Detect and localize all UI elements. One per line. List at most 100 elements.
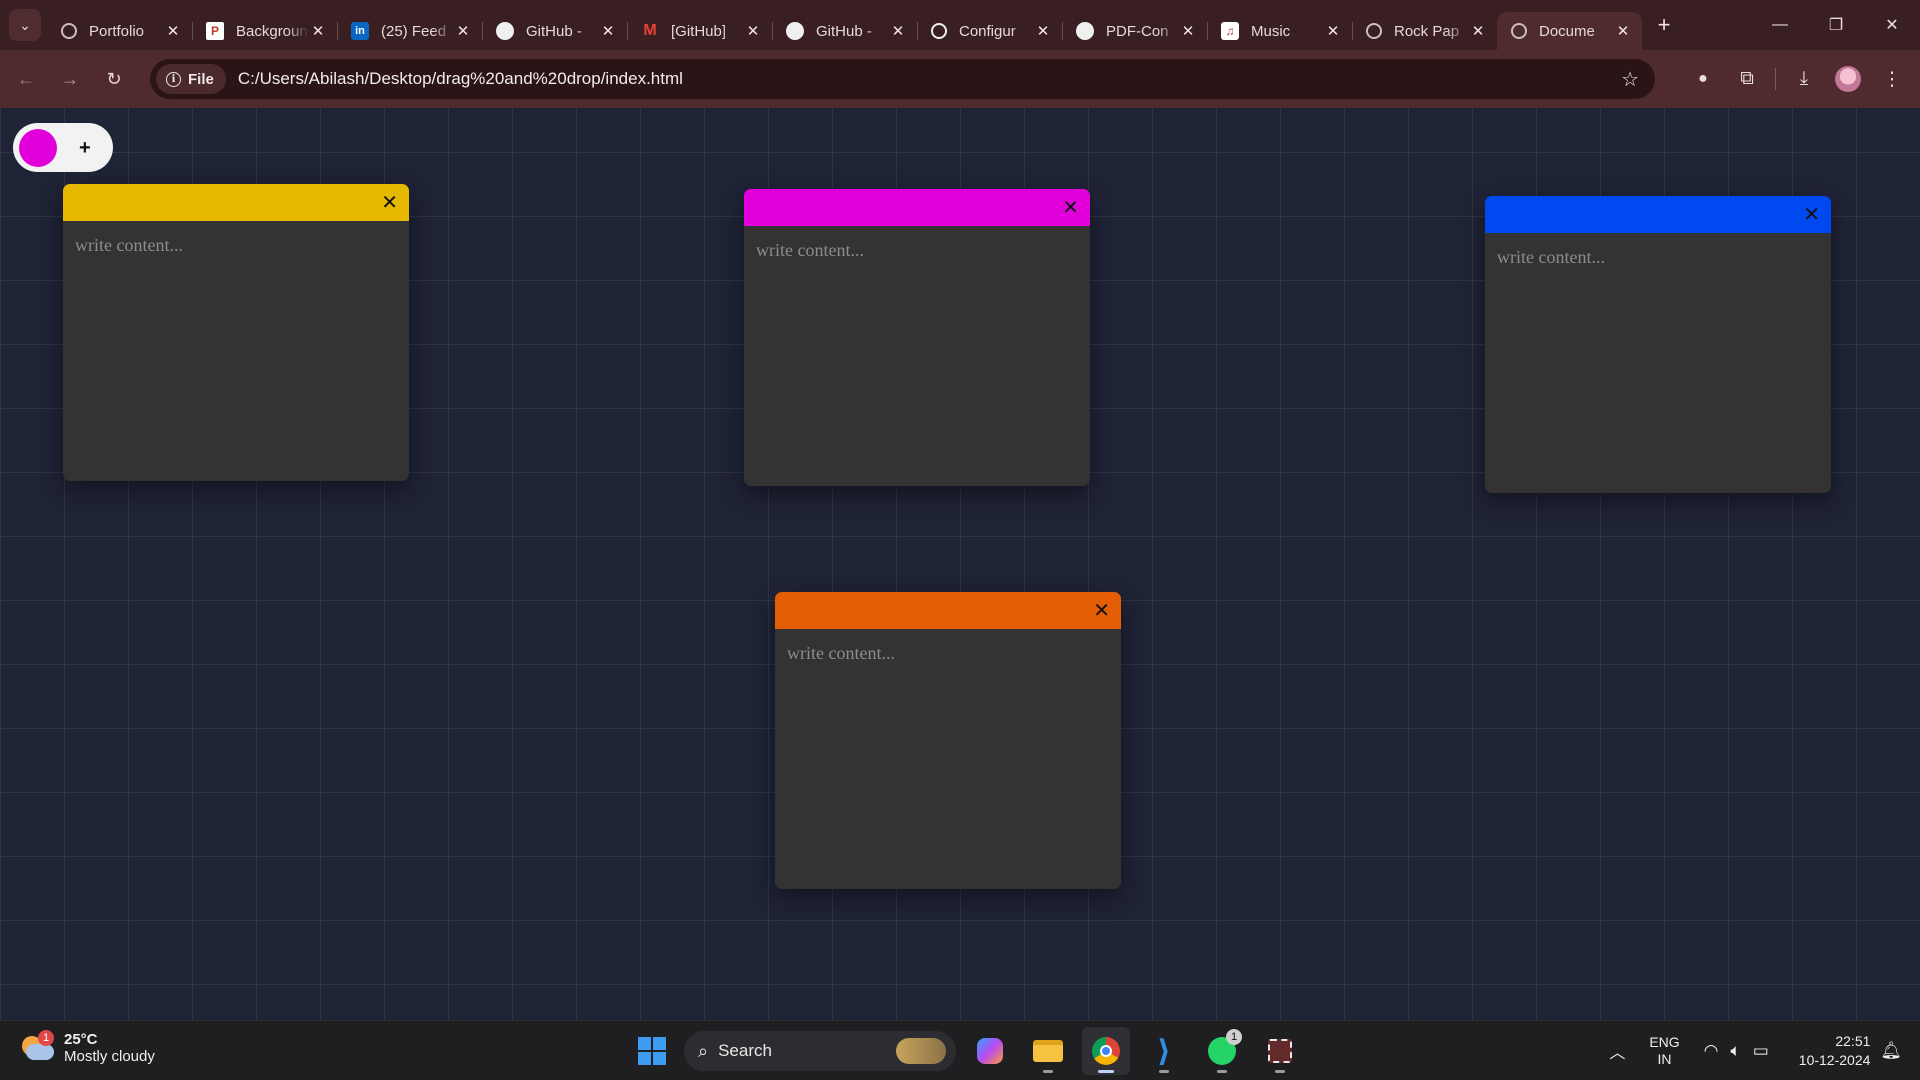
tab-github-1[interactable]: GitHub - ✕ xyxy=(482,12,627,50)
whatsapp-icon[interactable]: 1 xyxy=(1198,1027,1246,1075)
notification-bell-icon[interactable]: 🔔︎ xyxy=(1880,1041,1902,1061)
volume-icon[interactable]: 🔈︎ xyxy=(1731,1041,1741,1061)
vscode-icon[interactable]: ⟩ xyxy=(1140,1027,1188,1075)
wifi-icon[interactable]: ◠ xyxy=(1704,1041,1719,1061)
restore-icon[interactable]: ❐ xyxy=(1808,0,1864,50)
tab-portfolio[interactable]: Portfolio ✕ xyxy=(47,12,192,50)
more-menu-icon[interactable]: ⋮ xyxy=(1870,57,1914,101)
close-icon[interactable]: ✕ xyxy=(1179,22,1197,40)
browser-tab-bar: ⌄ Portfolio ✕ P Background ✕ in (25) Fee… xyxy=(0,0,1920,50)
note-header[interactable]: ✕ xyxy=(1485,196,1831,233)
tab-title: (25) Feed xyxy=(381,22,447,40)
running-indicator xyxy=(1217,1070,1227,1073)
tab-title: Docume xyxy=(1539,22,1595,40)
close-icon[interactable]: ✕ xyxy=(309,22,327,40)
close-icon[interactable]: ✕ xyxy=(1803,202,1820,227)
running-indicator xyxy=(1275,1070,1285,1073)
tab-pdf-converter[interactable]: PDF-Con ✕ xyxy=(1062,12,1207,50)
note-header[interactable]: ✕ xyxy=(775,592,1121,629)
site-info-chip[interactable]: i File xyxy=(156,64,226,94)
site-chip-label: File xyxy=(188,70,214,88)
close-icon[interactable]: ✕ xyxy=(744,22,762,40)
incognito-icon[interactable]: ● xyxy=(1681,57,1725,101)
language-indicator[interactable]: ENG IN xyxy=(1649,1034,1679,1068)
linkedin-icon: in xyxy=(351,22,369,40)
tab-linkedin-feed[interactable]: in (25) Feed ✕ xyxy=(337,12,482,50)
close-icon[interactable]: ✕ xyxy=(1614,22,1632,40)
tab-configure[interactable]: Configur ✕ xyxy=(917,12,1062,50)
taskbar-apps: ⌕ Search ⟩ 1 xyxy=(630,1027,1304,1075)
back-arrow-icon[interactable]: ← xyxy=(8,61,44,97)
avatar xyxy=(1835,66,1861,92)
close-icon[interactable]: ✕ xyxy=(1093,598,1110,623)
clock[interactable]: 22:51 10-12-2024 xyxy=(1799,1032,1871,1070)
globe-icon xyxy=(61,23,77,39)
url-text[interactable]: C:/Users/Abilash/Desktop/drag%20and%20dr… xyxy=(238,69,683,89)
minimize-icon[interactable]: — xyxy=(1752,0,1808,50)
tab-document-active[interactable]: Docume ✕ xyxy=(1497,12,1642,50)
cloud-shape xyxy=(26,1044,54,1060)
music-icon: ♫ xyxy=(1221,22,1239,40)
close-window-icon[interactable]: ✕ xyxy=(1864,0,1920,50)
note-textarea[interactable]: write content... xyxy=(775,629,1121,678)
copilot-icon[interactable] xyxy=(966,1027,1014,1075)
bookmark-star-icon[interactable]: ☆ xyxy=(1621,67,1639,92)
close-icon[interactable]: ✕ xyxy=(1324,22,1342,40)
chevron-up-icon[interactable]: ︿ xyxy=(1609,1039,1625,1063)
chrome-icon[interactable] xyxy=(1082,1027,1130,1075)
close-icon[interactable]: ✕ xyxy=(1034,22,1052,40)
close-icon[interactable]: ✕ xyxy=(454,22,472,40)
tab-search-button[interactable]: ⌄ xyxy=(9,9,41,41)
weather-widget[interactable]: 1 25°C Mostly cloudy xyxy=(20,1030,155,1065)
sticky-note[interactable]: ✕ write content... xyxy=(775,592,1121,889)
tab-background[interactable]: P Background ✕ xyxy=(192,12,337,50)
weather-badge: 1 xyxy=(38,1030,54,1046)
new-tab-button[interactable]: + xyxy=(1648,9,1680,41)
battery-icon[interactable]: ▭ xyxy=(1753,1041,1769,1061)
github-icon xyxy=(1076,22,1094,40)
tab-music[interactable]: ♫ Music ✕ xyxy=(1207,12,1352,50)
taskbar-search[interactable]: ⌕ Search xyxy=(684,1031,956,1071)
close-icon[interactable]: ✕ xyxy=(889,22,907,40)
reload-icon[interactable]: ↻ xyxy=(96,61,132,97)
browser-toolbar: ← → ↻ i File C:/Users/Abilash/Desktop/dr… xyxy=(0,50,1920,108)
system-tray: ︿ ENG IN ◠ 🔈︎ ▭ 22:51 10-12-2024 🔔︎ xyxy=(1609,1021,1920,1080)
windows-start-icon[interactable] xyxy=(630,1029,674,1073)
note-textarea[interactable]: write content... xyxy=(63,221,409,270)
snipping-tool-icon[interactable] xyxy=(1256,1027,1304,1075)
weather-text: 25°C Mostly cloudy xyxy=(64,1031,155,1065)
forward-arrow-icon[interactable]: → xyxy=(52,61,88,97)
lang-line-2: IN xyxy=(1657,1051,1672,1067)
tab-title: Background xyxy=(236,22,309,40)
download-icon[interactable]: ⤓ xyxy=(1782,57,1826,101)
tab-title: [GitHub] xyxy=(671,22,727,40)
close-icon[interactable]: ✕ xyxy=(599,22,617,40)
note-header[interactable]: ✕ xyxy=(63,184,409,221)
file-explorer-icon[interactable] xyxy=(1024,1027,1072,1075)
note-header[interactable]: ✕ xyxy=(744,189,1090,226)
profile-avatar[interactable] xyxy=(1826,57,1870,101)
note-textarea[interactable]: write content... xyxy=(744,226,1090,275)
note-textarea[interactable]: write content... xyxy=(1485,233,1831,282)
address-bar[interactable]: i File C:/Users/Abilash/Desktop/drag%20a… xyxy=(150,59,1655,99)
close-icon[interactable]: ✕ xyxy=(1469,22,1487,40)
close-icon[interactable]: ✕ xyxy=(164,22,182,40)
sticky-note[interactable]: ✕ write content... xyxy=(744,189,1090,486)
running-indicator xyxy=(1159,1070,1169,1073)
windows-taskbar: 1 25°C Mostly cloudy ⌕ Search ⟩ 1 ︿ ENG … xyxy=(0,1020,1920,1080)
running-indicator xyxy=(1043,1070,1053,1073)
tab-rock-paper[interactable]: Rock Pap ✕ xyxy=(1352,12,1497,50)
add-note-button[interactable]: + xyxy=(79,138,91,158)
color-picker[interactable] xyxy=(19,128,57,167)
close-icon[interactable]: ✕ xyxy=(381,190,398,215)
extensions-icon[interactable]: ⧉ xyxy=(1725,57,1769,101)
sticky-note[interactable]: ✕ write content... xyxy=(1485,196,1831,493)
close-icon[interactable]: ✕ xyxy=(1062,195,1079,220)
tab-github-2[interactable]: GitHub - ✕ xyxy=(772,12,917,50)
tab-gmail-github[interactable]: M [GitHub] ✕ xyxy=(627,12,772,50)
tab-strip: Portfolio ✕ P Background ✕ in (25) Feed … xyxy=(47,0,1642,50)
sticky-note[interactable]: ✕ write content... xyxy=(63,184,409,481)
github-icon xyxy=(931,23,947,39)
github-icon xyxy=(496,22,514,40)
search-label: Search xyxy=(718,1041,772,1060)
